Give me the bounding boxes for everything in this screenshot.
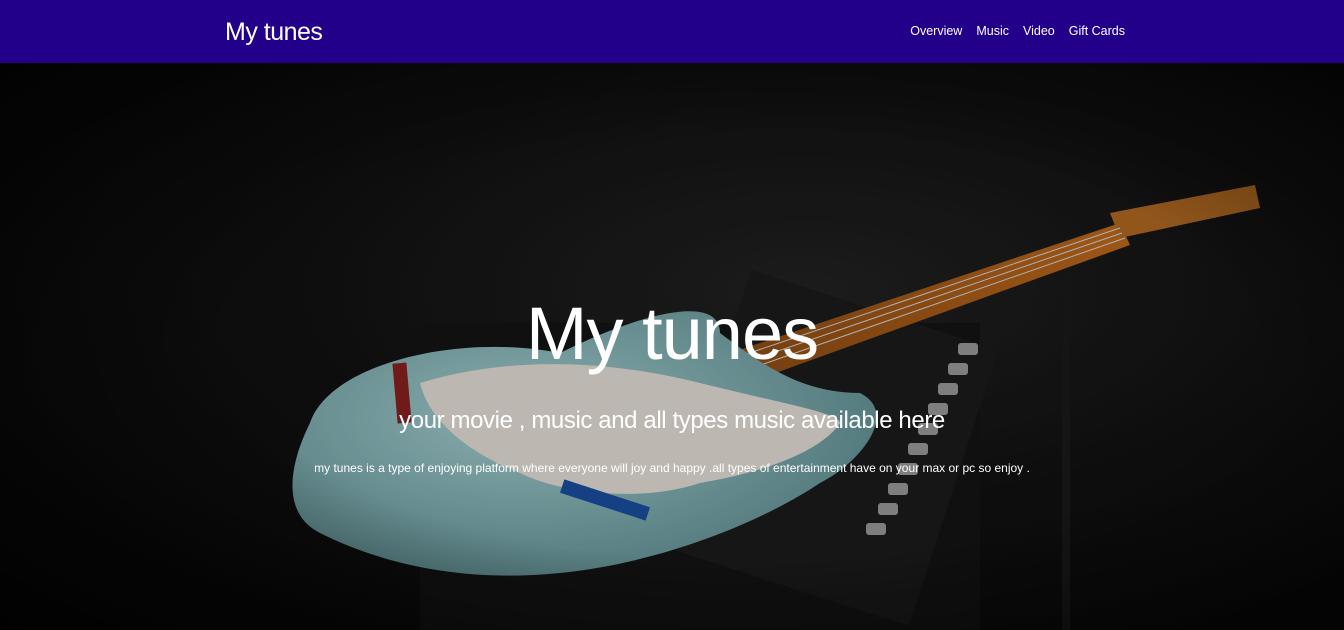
nav-links: Overview Music Video Gift Cards — [910, 22, 1125, 40]
top-navbar: My tunes Overview Music Video Gift Cards — [0, 0, 1344, 63]
hero-subtitle: your movie , music and all types music a… — [399, 407, 945, 434]
hero-title: My tunes — [525, 292, 819, 375]
nav-link-video[interactable]: Video — [1023, 22, 1055, 40]
hero-section: My tunes your movie , music and all type… — [0, 63, 1344, 630]
brand-logo-link[interactable]: My tunes — [225, 16, 323, 48]
hero-description: my tunes is a type of enjoying platform … — [314, 461, 1030, 475]
nav-link-overview[interactable]: Overview — [910, 22, 962, 40]
nav-link-music[interactable]: Music — [976, 22, 1009, 40]
nav-link-gift-cards[interactable]: Gift Cards — [1069, 22, 1125, 40]
